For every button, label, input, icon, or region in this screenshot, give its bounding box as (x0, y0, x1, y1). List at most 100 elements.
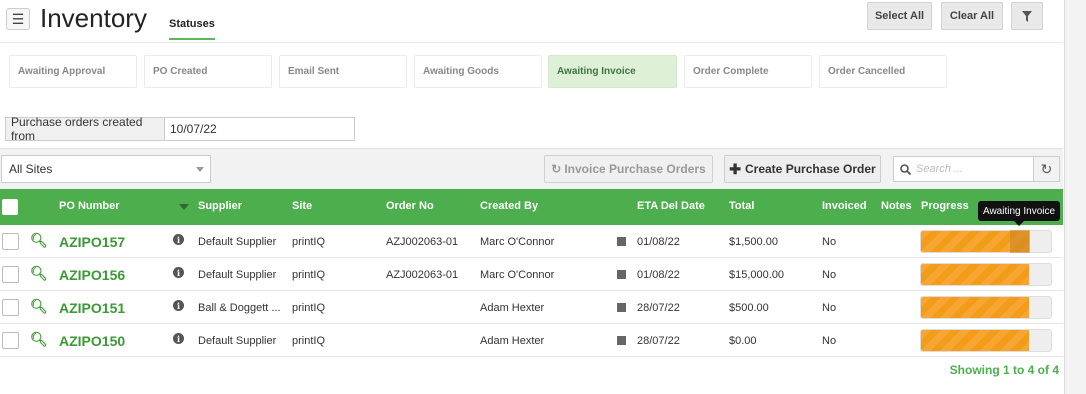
row-checkbox[interactable] (2, 332, 19, 349)
col-created-by[interactable]: Created By (480, 200, 538, 212)
col-notes[interactable]: Notes (881, 200, 912, 212)
date-filter-label: Purchase orders created from (5, 115, 164, 143)
date-filter-input[interactable]: 10/07/22 (164, 117, 355, 141)
col-site[interactable]: Site (292, 200, 312, 212)
search-placeholder: Search ... (916, 163, 964, 175)
chevron-down-icon[interactable] (179, 204, 189, 210)
po-number-link[interactable]: AZIPO150 (59, 333, 125, 349)
search-icon (900, 163, 911, 175)
pagination-summary: Showing 1 to 4 of 4 (949, 363, 1059, 377)
total-cell: $15,000.00 (729, 269, 785, 281)
progress-bar[interactable] (920, 230, 1052, 253)
invoiced-cell: No (822, 269, 837, 281)
supplier-cell: Default Supplier (198, 269, 277, 281)
refresh-icon: ↻ (1040, 160, 1053, 177)
caret-down-icon (196, 167, 204, 172)
zoom-icon[interactable]: 🔍︎ (30, 232, 48, 249)
calendar-icon (617, 270, 626, 279)
table-row[interactable]: 🔍︎ AZIPO150 i Default Supplier printIQ A… (0, 324, 1063, 357)
row-checkbox[interactable] (2, 266, 19, 283)
invoiced-cell: No (822, 302, 837, 314)
status-chip-po-created[interactable]: PO Created (144, 55, 272, 88)
tab-statuses[interactable]: Statuses (169, 18, 215, 40)
filter-button[interactable] (1011, 2, 1043, 30)
invoiced-cell: No (822, 236, 837, 248)
col-po-number[interactable]: PO Number (59, 200, 120, 212)
site-cell: printIQ (292, 236, 326, 248)
invoice-purchase-orders-button[interactable]: ↻ Invoice Purchase Orders (544, 155, 713, 183)
header-divider (0, 42, 1063, 43)
total-cell: $0.00 (729, 335, 757, 347)
site-cell: printIQ (292, 335, 326, 347)
funnel-icon (1022, 10, 1032, 22)
row-checkbox[interactable] (2, 233, 19, 250)
order-no-cell: AZJ002063-01 (386, 269, 459, 281)
po-number-link[interactable]: AZIPO151 (59, 300, 125, 316)
select-all-button[interactable]: Select All (867, 2, 932, 30)
table-row[interactable]: 🔍︎ AZIPO156 i Default Supplier printIQ A… (0, 258, 1063, 291)
progress-hover-segment (1010, 230, 1030, 253)
col-total[interactable]: Total (729, 200, 754, 212)
table-row[interactable]: 🔍︎ AZIPO151 i Ball & Doggett ... printIQ… (0, 291, 1063, 324)
status-chip-email-sent[interactable]: Email Sent (279, 55, 407, 88)
table-row[interactable]: 🔍︎ AZIPO157 i Default Supplier printIQ A… (0, 225, 1063, 258)
calendar-icon (617, 303, 626, 312)
status-chip-awaiting-approval[interactable]: Awaiting Approval (9, 55, 137, 88)
site-select[interactable]: All Sites (1, 155, 211, 183)
info-icon[interactable]: i (173, 267, 184, 278)
site-select-value: All Sites (9, 162, 53, 176)
col-invoiced[interactable]: Invoiced (822, 200, 867, 212)
calendar-icon (617, 336, 626, 345)
progress-bar[interactable] (920, 296, 1052, 319)
total-cell: $1,500.00 (729, 236, 778, 248)
row-checkbox[interactable] (2, 299, 19, 316)
refresh-button[interactable]: ↻ (1033, 156, 1060, 182)
info-icon[interactable]: i (173, 300, 184, 311)
progress-fill (921, 264, 1029, 285)
po-number-link[interactable]: AZIPO156 (59, 267, 125, 283)
invoiced-cell: No (822, 335, 837, 347)
status-chip-awaiting-goods[interactable]: Awaiting Goods (414, 55, 542, 88)
search-input[interactable]: Search ... (893, 156, 1034, 182)
create-purchase-order-button[interactable]: ✚ Create Purchase Order (724, 155, 881, 183)
zoom-icon[interactable]: 🔍︎ (30, 331, 48, 348)
progress-fill (921, 297, 1029, 318)
created-by-cell: Adam Hexter (480, 335, 545, 347)
po-number-link[interactable]: AZIPO157 (59, 234, 125, 250)
create-button-label: Create Purchase Order (745, 162, 876, 176)
progress-bar[interactable] (920, 263, 1052, 286)
col-progress[interactable]: Progress (921, 200, 969, 212)
info-icon[interactable]: i (173, 234, 184, 245)
created-by-cell: Adam Hexter (480, 302, 545, 314)
progress-bar[interactable] (920, 329, 1052, 352)
status-chip-awaiting-invoice[interactable]: Awaiting Invoice (548, 55, 677, 88)
zoom-icon[interactable]: 🔍︎ (30, 298, 48, 315)
site-cell: printIQ (292, 302, 326, 314)
table-header: PO Number Supplier Site Order No Created… (0, 189, 1063, 225)
info-icon[interactable]: i (173, 333, 184, 344)
created-by-cell: Marc O'Connor (480, 236, 555, 248)
col-eta-del-date[interactable]: ETA Del Date (637, 200, 705, 212)
status-chip-order-complete[interactable]: Order Complete (684, 55, 812, 88)
col-supplier[interactable]: Supplier (198, 200, 242, 212)
eta-cell: 28/07/22 (637, 302, 680, 314)
hamburger-icon: ☰ (11, 10, 25, 27)
status-chip-order-cancelled[interactable]: Order Cancelled (819, 55, 947, 88)
zoom-icon[interactable]: 🔍︎ (30, 265, 48, 282)
col-order-no[interactable]: Order No (386, 200, 434, 212)
page-scrollbar[interactable] (1064, 0, 1086, 394)
progress-fill (921, 330, 1029, 351)
plus-icon: ✚ (729, 160, 741, 177)
select-all-checkbox[interactable] (2, 199, 18, 215)
clear-all-button[interactable]: Clear All (941, 2, 1003, 30)
order-no-cell: AZJ002063-01 (386, 236, 459, 248)
progress-tooltip: Awaiting Invoice (978, 201, 1060, 221)
created-by-cell: Marc O'Connor (480, 269, 555, 281)
supplier-cell: Default Supplier (198, 335, 277, 347)
menu-button[interactable]: ☰ (6, 8, 30, 30)
total-cell: $500.00 (729, 302, 769, 314)
invoice-button-label: Invoice Purchase Orders (564, 162, 706, 176)
tooltip-arrow (1014, 221, 1024, 226)
supplier-cell: Ball & Doggett ... (198, 302, 281, 314)
supplier-cell: Default Supplier (198, 236, 277, 248)
